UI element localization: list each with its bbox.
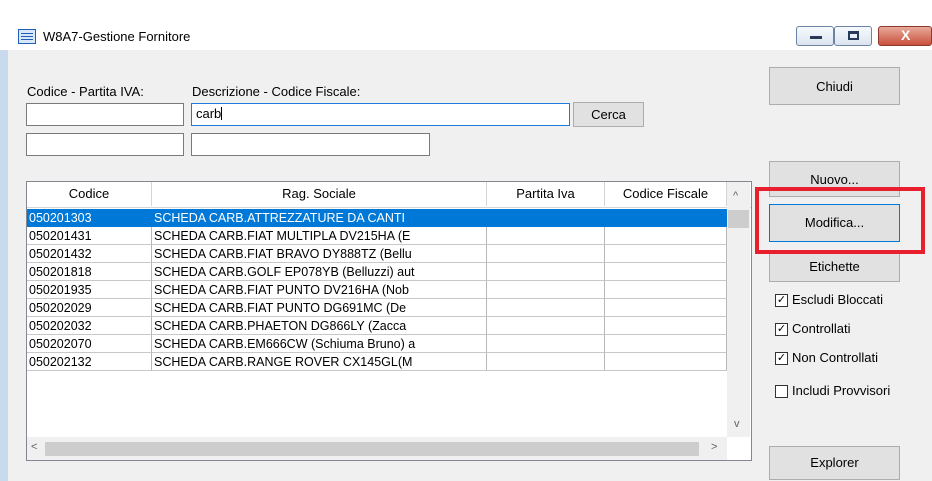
app-icon bbox=[18, 29, 36, 44]
scroll-left-arrow-icon[interactable]: < bbox=[31, 441, 37, 453]
maximize-button[interactable] bbox=[834, 26, 872, 46]
table-row[interactable]: 050202132 SCHEDA CARB.RANGE ROVER CX145G… bbox=[27, 353, 727, 371]
partita-iva-input[interactable] bbox=[26, 133, 184, 156]
table-row[interactable]: 050202032 SCHEDA CARB.PHAETON DG866LY (Z… bbox=[27, 317, 727, 335]
explorer-button[interactable]: Explorer bbox=[769, 446, 900, 480]
descrizione-input[interactable]: carb bbox=[191, 103, 570, 126]
checkmark-icon: ✓ bbox=[775, 294, 788, 307]
codice-input[interactable] bbox=[26, 103, 184, 126]
checkmark-icon: ✓ bbox=[775, 352, 788, 365]
nuovo-button[interactable]: Nuovo... bbox=[769, 161, 900, 197]
scroll-right-arrow-icon[interactable]: > bbox=[711, 441, 717, 453]
close-window-button[interactable]: X bbox=[878, 26, 932, 46]
minimize-button[interactable] bbox=[796, 26, 834, 46]
maximize-icon bbox=[848, 31, 859, 40]
fornitori-grid[interactable]: Codice Rag. Sociale Partita Iva Codice F… bbox=[26, 181, 752, 461]
checkmark-icon: ✓ bbox=[775, 323, 788, 336]
codice-fiscale-input[interactable] bbox=[191, 133, 430, 156]
modifica-button[interactable]: Modifica... bbox=[769, 204, 900, 242]
window-title: W8A7-Gestione Fornitore bbox=[43, 29, 191, 44]
horizontal-scrollbar[interactable]: < > bbox=[27, 437, 727, 460]
codice-label: Codice - Partita IVA: bbox=[27, 84, 144, 99]
search-button[interactable]: Cerca bbox=[573, 102, 644, 127]
column-header-rag-sociale[interactable]: Rag. Sociale bbox=[152, 182, 487, 206]
column-header-partita-iva[interactable]: Partita Iva bbox=[487, 182, 605, 206]
scroll-up-arrow-icon[interactable]: ^ bbox=[733, 190, 738, 202]
minimize-icon bbox=[810, 36, 822, 39]
table-row[interactable]: 050201818 SCHEDA CARB.GOLF EP078YB (Bell… bbox=[27, 263, 727, 281]
vertical-scroll-thumb[interactable] bbox=[728, 210, 749, 228]
etichette-button[interactable]: Etichette bbox=[769, 251, 900, 282]
table-row[interactable]: 050202070 SCHEDA CARB.EM666CW (Schiuma B… bbox=[27, 335, 727, 353]
close-icon: X bbox=[901, 27, 911, 43]
table-row[interactable]: 050201432 SCHEDA CARB.FIAT BRAVO DY888TZ… bbox=[27, 245, 727, 263]
grid-header: Codice Rag. Sociale Partita Iva Codice F… bbox=[27, 182, 751, 208]
descrizione-input-value: carb bbox=[196, 106, 222, 121]
descrizione-label: Descrizione - Codice Fiscale: bbox=[192, 84, 361, 99]
table-row[interactable]: 050201431 SCHEDA CARB.FIAT MULTIPLA DV21… bbox=[27, 227, 727, 245]
table-row[interactable]: 050202029 SCHEDA CARB.FIAT PUNTO DG691MC… bbox=[27, 299, 727, 317]
text-caret bbox=[221, 107, 223, 120]
checkbox-empty-icon bbox=[775, 385, 788, 398]
window-frame-left bbox=[0, 50, 8, 481]
horizontal-scroll-thumb[interactable] bbox=[45, 442, 699, 456]
column-header-codice-fiscale[interactable]: Codice Fiscale bbox=[605, 182, 727, 206]
title-bar: W8A7-Gestione Fornitore X bbox=[0, 0, 932, 50]
table-row[interactable]: 050201935 SCHEDA CARB.FIAT PUNTO DV216HA… bbox=[27, 281, 727, 299]
chiudi-button[interactable]: Chiudi bbox=[769, 67, 900, 105]
table-row[interactable]: 050201303 SCHEDA CARB.ATTREZZATURE DA CA… bbox=[27, 209, 727, 227]
column-header-codice[interactable]: Codice bbox=[27, 182, 152, 206]
scroll-down-arrow-icon[interactable]: v bbox=[734, 418, 740, 430]
window: W8A7-Gestione Fornitore X Codice - Parti… bbox=[0, 0, 932, 481]
